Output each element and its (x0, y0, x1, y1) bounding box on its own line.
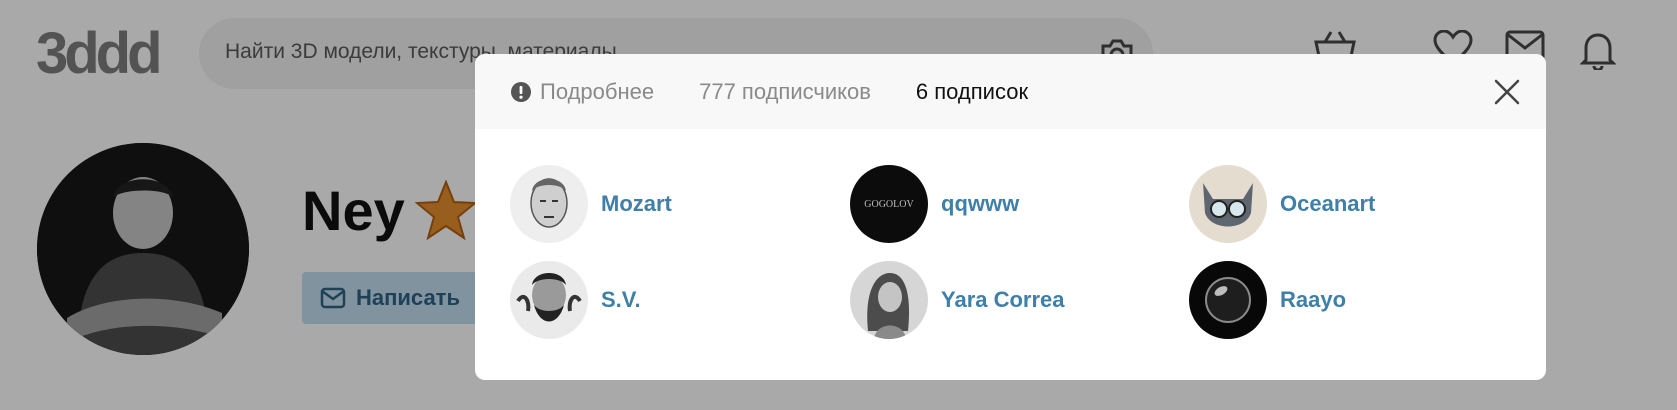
modal-tabs: Подробнее 777 подписчиков 6 подписок (475, 54, 1546, 129)
tab-details[interactable]: Подробнее (510, 79, 654, 105)
user-name[interactable]: Raayo (1280, 287, 1346, 313)
tab-details-label: Подробнее (540, 78, 655, 104)
tab-following-label: 6 подписок (915, 78, 1029, 104)
list-item[interactable]: S.V. (510, 261, 641, 339)
tab-followers[interactable]: 777 подписчиков (699, 79, 871, 105)
user-name[interactable]: Mozart (601, 191, 672, 217)
close-icon[interactable] (1493, 78, 1521, 106)
tab-following[interactable]: 6 подписок (916, 79, 1028, 105)
user-name[interactable]: Yara Correa (941, 287, 1065, 313)
list-item[interactable]: Yara Correa (850, 261, 1065, 339)
user-avatar[interactable] (1189, 165, 1267, 243)
subscriptions-modal: Подробнее 777 подписчиков 6 подписок Moz… (475, 54, 1546, 380)
following-list: Mozart GOGOLOV qqwww Oceanart S.V. Yara … (510, 165, 1530, 355)
user-avatar[interactable]: GOGOLOV (850, 165, 928, 243)
exclamation-icon (511, 81, 531, 102)
user-avatar[interactable] (510, 261, 588, 339)
list-item[interactable]: GOGOLOV qqwww (850, 165, 1019, 243)
tab-followers-label: 777 подписчиков (699, 78, 871, 104)
list-item[interactable]: Mozart (510, 165, 672, 243)
list-item[interactable]: Oceanart (1189, 165, 1375, 243)
list-item[interactable]: Raayo (1189, 261, 1346, 339)
user-name[interactable]: qqwww (941, 191, 1019, 217)
svg-text:GOGOLOV: GOGOLOV (864, 199, 914, 210)
user-avatar[interactable] (510, 165, 588, 243)
user-avatar[interactable] (1189, 261, 1267, 339)
user-name[interactable]: Oceanart (1280, 191, 1375, 217)
user-avatar[interactable] (850, 261, 928, 339)
user-name[interactable]: S.V. (601, 287, 641, 313)
